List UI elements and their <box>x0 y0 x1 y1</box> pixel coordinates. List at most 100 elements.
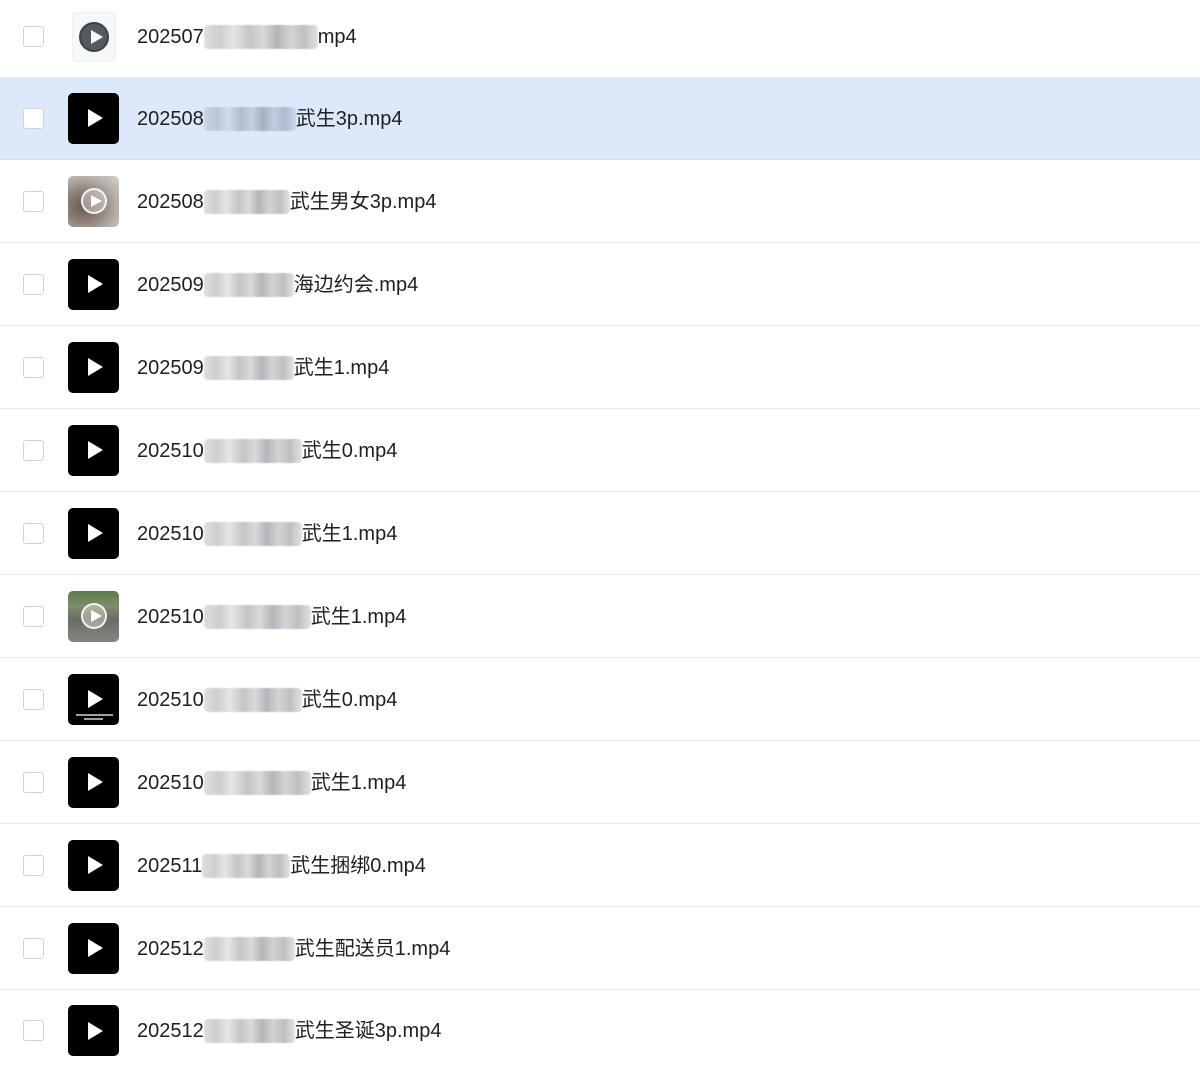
row-checkbox[interactable] <box>23 25 44 47</box>
file-name-start: 202507 <box>137 25 204 48</box>
video-thumbnail <box>68 92 119 144</box>
file-name[interactable]: 202510 武生0.mp4 <box>137 438 398 463</box>
play-icon <box>87 109 103 127</box>
file-name-end: 武生0.mp4 <box>301 688 398 711</box>
video-thumbnail <box>68 922 119 974</box>
play-icon <box>80 188 107 214</box>
row-checkbox[interactable] <box>23 356 44 378</box>
play-icon <box>87 441 103 459</box>
file-name[interactable]: 202510 武生1.mp4 <box>137 521 398 546</box>
file-name-end: 武生1.mp4 <box>293 356 390 379</box>
file-name-end: 武生0.mp4 <box>301 439 398 462</box>
file-name-start: 202509 <box>137 356 204 379</box>
caption-line <box>84 717 103 720</box>
file-name-start: 202510 <box>137 439 204 462</box>
file-name-end: mp4 <box>317 25 357 48</box>
play-icon <box>87 773 103 791</box>
file-name[interactable]: 202512 武生配送员1.mp4 <box>137 936 451 961</box>
file-name[interactable]: 202511 武生捆绑0.mp4 <box>137 853 426 878</box>
file-name-start: 202508 <box>137 107 204 130</box>
play-icon <box>87 856 103 874</box>
file-name-end: 武生1.mp4 <box>310 771 407 794</box>
file-name-start: 202511 <box>137 854 203 877</box>
play-icon <box>87 1021 103 1040</box>
row-checkbox[interactable] <box>23 937 44 959</box>
video-thumbnail <box>68 756 119 808</box>
file-name-start: 202512 <box>137 937 204 960</box>
file-row[interactable]: 202510 武生0.mp4 <box>0 659 1200 741</box>
file-row-selected[interactable]: 202508 武生3p.mp4 <box>0 78 1200 160</box>
row-checkbox[interactable] <box>23 107 44 129</box>
file-name-start: 202512 <box>137 1020 204 1042</box>
row-checkbox[interactable] <box>23 771 44 793</box>
file-name-start: 202508 <box>137 190 204 213</box>
file-name-start: 202510 <box>137 688 204 711</box>
file-name-end: 武生配送员1.mp4 <box>294 937 451 960</box>
play-circle-icon <box>79 21 109 52</box>
file-name[interactable]: 202509 海边约会.mp4 <box>137 272 419 297</box>
play-icon <box>87 358 103 376</box>
video-thumbnail <box>68 507 119 559</box>
file-name[interactable]: 202508 武生3p.mp4 <box>137 106 403 131</box>
file-name-start: 202509 <box>137 273 204 296</box>
file-name[interactable]: 202507 mp4 <box>137 24 357 49</box>
redacted-text <box>203 1019 295 1043</box>
file-row[interactable]: 202510 武生1.mp4 <box>0 742 1200 824</box>
play-icon <box>80 603 107 629</box>
video-thumbnail <box>68 673 119 725</box>
file-row[interactable]: 202509 武生1.mp4 <box>0 327 1200 409</box>
play-icon <box>87 939 103 957</box>
file-row[interactable]: 202509 海边约会.mp4 <box>0 244 1200 326</box>
file-name-start: 202510 <box>137 522 204 545</box>
file-name[interactable]: 202510 武生0.mp4 <box>137 687 398 712</box>
file-row[interactable]: 202510 武生1.mp4 <box>0 576 1200 658</box>
row-checkbox[interactable] <box>23 439 44 461</box>
row-checkbox[interactable] <box>23 1020 44 1041</box>
file-name-end: 武生男女3p.mp4 <box>289 190 437 213</box>
file-row[interactable]: 202512 武生圣诞3p.mp4 <box>0 990 1200 1072</box>
file-row[interactable]: 202510 武生0.mp4 <box>0 410 1200 492</box>
file-name-end: 武生1.mp4 <box>301 522 398 545</box>
file-name[interactable]: 202510 武生1.mp4 <box>137 770 407 795</box>
redacted-text <box>203 604 311 629</box>
file-name-end: 武生3p.mp4 <box>295 107 403 130</box>
file-row[interactable]: 202508 武生男女3p.mp4 <box>0 161 1200 243</box>
file-name-end: 武生圣诞3p.mp4 <box>294 1020 442 1042</box>
caption-line <box>76 713 113 716</box>
video-thumbnail <box>68 258 119 310</box>
file-name[interactable]: 202512 武生圣诞3p.mp4 <box>137 1019 441 1043</box>
redacted-text <box>203 438 302 463</box>
row-checkbox[interactable] <box>23 522 44 544</box>
redacted-text <box>202 853 291 878</box>
file-name[interactable]: 202509 武生1.mp4 <box>137 355 390 380</box>
redacted-text <box>203 355 294 380</box>
redacted-text <box>203 521 302 546</box>
file-name-end: 武生捆绑0.mp4 <box>290 854 426 877</box>
file-name[interactable]: 202510 武生1.mp4 <box>137 604 407 629</box>
row-checkbox[interactable] <box>23 273 44 295</box>
redacted-text <box>203 936 295 961</box>
play-icon <box>87 275 103 293</box>
play-icon <box>87 690 103 708</box>
redacted-text <box>203 24 318 49</box>
row-checkbox[interactable] <box>23 688 44 710</box>
redacted-text <box>203 272 294 297</box>
file-row[interactable]: 202507 mp4 <box>0 0 1200 78</box>
row-checkbox[interactable] <box>23 854 44 876</box>
file-row[interactable]: 202510 武生1.mp4 <box>0 493 1200 575</box>
file-name-end: 海边约会.mp4 <box>293 273 419 296</box>
file-row[interactable]: 202512 武生配送员1.mp4 <box>0 908 1200 990</box>
file-name[interactable]: 202508 武生男女3p.mp4 <box>137 189 437 214</box>
video-thumbnail <box>68 590 119 642</box>
file-name-end: 武生1.mp4 <box>310 605 407 628</box>
file-row[interactable]: 202511 武生捆绑0.mp4 <box>0 825 1200 907</box>
file-name-start: 202510 <box>137 605 204 628</box>
file-name-start: 202510 <box>137 771 204 794</box>
row-checkbox[interactable] <box>23 190 44 212</box>
video-thumbnail <box>68 839 119 891</box>
video-thumbnail <box>68 424 119 476</box>
file-list: 202507 mp4 202508 武生3p.mp4 202508 武生男女3p… <box>0 0 1200 1069</box>
row-checkbox[interactable] <box>23 605 44 627</box>
redacted-text <box>203 106 296 131</box>
video-file-icon <box>72 11 116 62</box>
